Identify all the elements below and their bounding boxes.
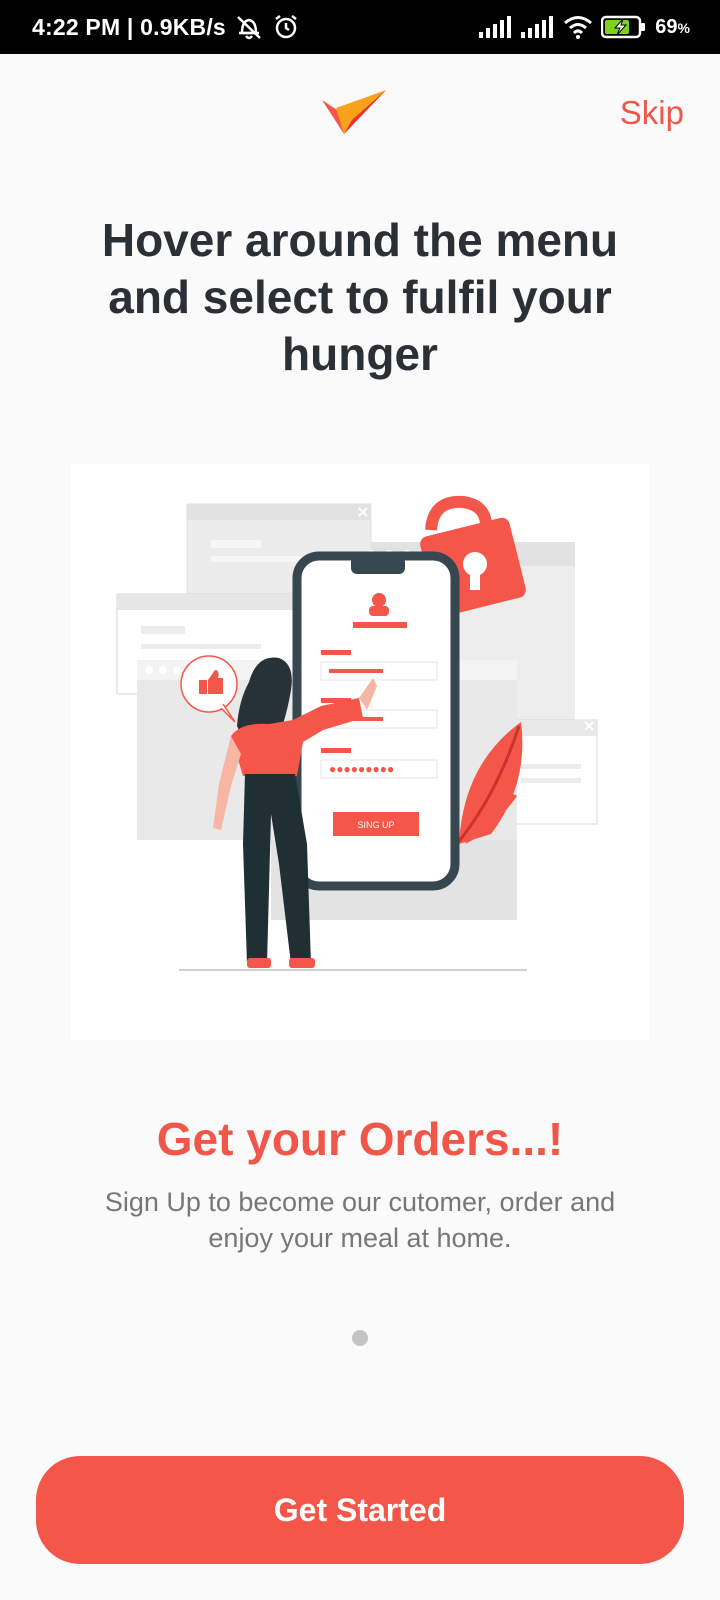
- status-left: 4:22 PM | 0.9KB/s: [32, 0, 300, 54]
- alarm-icon: [275, 15, 297, 39]
- wifi-icon: [564, 16, 593, 39]
- battery-unit: %: [677, 19, 690, 36]
- signup-illustration: ●●●●●●●●● SING UP: [116, 495, 598, 971]
- status-bar: 4:22 PM | 0.9KB/s 69%: [0, 0, 720, 54]
- page-indicator: [0, 1330, 720, 1346]
- get-started-button[interactable]: Get Started: [36, 1456, 684, 1564]
- status-time: 4:22 PM | 0.9KB/s: [32, 13, 226, 40]
- password-dots: ●●●●●●●●●: [329, 762, 394, 776]
- illustration-signup-label: SING UP: [357, 820, 394, 830]
- skip-button[interactable]: Skip: [620, 94, 684, 132]
- page-headline: Hover around the menu and select to fulf…: [101, 214, 619, 380]
- status-right: 69%: [479, 0, 690, 54]
- mute-notification-icon: [237, 16, 261, 40]
- page-indicator-dot[interactable]: [352, 1330, 368, 1346]
- battery-charging-icon: [601, 15, 646, 39]
- slide-title: Get your Orders...!: [156, 1113, 564, 1165]
- app-logo: [322, 90, 386, 134]
- battery-percent: 69%: [655, 15, 690, 38]
- signal-icon-2: [521, 16, 554, 38]
- slide-description: Sign Up to become our cutomer, order and…: [104, 1187, 616, 1253]
- signal-icon: [479, 16, 512, 38]
- onboarding-illustration: ●●●●●●●●● SING UP: [71, 464, 649, 1040]
